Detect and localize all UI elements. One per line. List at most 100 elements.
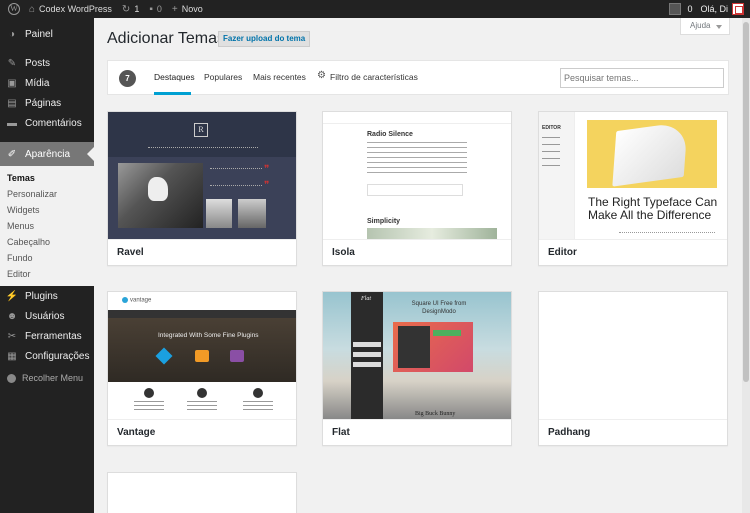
- sidebar-item-configuracoes[interactable]: ▦ Configurações: [0, 346, 94, 366]
- collapse-label: Recolher Menu: [22, 373, 84, 383]
- theme-name: Vantage: [117, 427, 156, 438]
- help-label: Ajuda: [690, 21, 711, 30]
- submenu-item-cabecalho[interactable]: Cabeçalho: [0, 234, 94, 250]
- site-name-link[interactable]: ⌂ Codex WordPress: [24, 0, 117, 18]
- scrollbar[interactable]: [742, 18, 750, 513]
- comments-link[interactable]: ▪ 0: [144, 0, 167, 18]
- side-lines: [542, 137, 560, 167]
- theme-filter-bar: 7 Destaques Populares Mais recentes ⚙ Fi…: [107, 60, 729, 95]
- preview-image: [367, 228, 497, 239]
- collapse-menu-button[interactable]: Recolher Menu: [0, 368, 94, 388]
- page-icon: ▤: [7, 97, 17, 109]
- theme-name-bar: [323, 419, 511, 445]
- sidebar-item-ferramentas[interactable]: ✂ Ferramentas: [0, 326, 94, 346]
- upload-theme-button[interactable]: Fazer upload do tema: [218, 31, 311, 47]
- gear-icon[interactable]: ⚙: [317, 70, 326, 81]
- sidebar-item-label: Aparência: [25, 148, 71, 160]
- home-icon: ⌂: [29, 3, 36, 15]
- sidebar-item-label: Configurações: [25, 350, 90, 362]
- quote-icon: ❞: [264, 164, 270, 175]
- sidebar-item-aparencia[interactable]: ✐ Aparência: [0, 142, 94, 166]
- text-lines: [210, 168, 262, 186]
- wordpress-logo-icon[interactable]: W: [4, 2, 24, 16]
- sidebar-item-plugins[interactable]: ⚡ Plugins: [0, 286, 94, 306]
- sidebar-item-label: Painel: [25, 28, 53, 40]
- preview-label: EDITOR: [542, 125, 561, 131]
- submenu-item-personalizar[interactable]: Personalizar: [0, 186, 94, 202]
- theme-card-padhang[interactable]: Padhang: [538, 291, 728, 446]
- sidebar-item-usuarios[interactable]: ☻ Usuários: [0, 306, 94, 326]
- submenu-item-widgets[interactable]: Widgets: [0, 202, 94, 218]
- scrollbar-thumb[interactable]: [743, 22, 749, 382]
- theme-name: Editor: [548, 247, 577, 258]
- notification-icon[interactable]: [669, 3, 682, 15]
- preview-headline: The Right Typeface Can Make All the Diff…: [588, 195, 718, 222]
- preview-title: Simplicity: [367, 218, 401, 225]
- feature-filter-link[interactable]: Filtro de características: [330, 72, 418, 82]
- theme-card-flat[interactable]: Flat Square UI Free from DesignModo Big …: [322, 291, 512, 446]
- theme-screenshot: EDITOR The Right Typeface Can Make All t…: [539, 112, 727, 239]
- theme-card-vantage[interactable]: vantage Integrated With Some Fine Plugin…: [107, 291, 297, 446]
- preview-title: Flat: [361, 296, 371, 302]
- theme-card[interactable]: [107, 472, 297, 513]
- new-content-link[interactable]: + Novo: [167, 0, 208, 18]
- sidebar-item-comentarios[interactable]: ▬ Comentários: [0, 113, 94, 133]
- preview-footer: Big Buck Bunny: [415, 411, 456, 417]
- theme-name: Flat: [332, 427, 350, 438]
- ui-kit-panel: [398, 326, 430, 368]
- tab-populares[interactable]: Populares: [204, 72, 242, 82]
- feature-circle-icon: [144, 388, 154, 398]
- sidebar-panel: [539, 112, 575, 239]
- page-title: Adicionar Temas: [107, 30, 225, 47]
- header-bar: [323, 112, 511, 124]
- theme-screenshot: Radio Silence Simplicity: [323, 112, 511, 239]
- sidebar-line: [353, 362, 381, 367]
- updates-link[interactable]: ↻ 1: [117, 0, 144, 18]
- submenu-item-temas[interactable]: Temas: [0, 170, 94, 186]
- plugin-icon: [195, 350, 209, 362]
- tab-mais-recentes[interactable]: Mais recentes: [253, 72, 306, 82]
- dashboard-icon: ◑: [8, 28, 16, 40]
- sidebar-item-label: Usuários: [25, 310, 65, 322]
- submenu-item-menus[interactable]: Menus: [0, 218, 94, 234]
- feature-circle-icon: [253, 388, 263, 398]
- theme-card-ravel[interactable]: R ❞ ❞ Ravel: [107, 111, 297, 266]
- feature-text: [187, 401, 217, 411]
- sidebar-item-painel[interactable]: ◑ Painel: [0, 24, 94, 44]
- preview-title: Radio Silence: [367, 131, 413, 138]
- user-greeting[interactable]: Olá, Di: [700, 4, 728, 14]
- sidebar-item-label: Ferramentas: [25, 330, 82, 342]
- theme-screenshot: vantage Integrated With Some Fine Plugin…: [108, 292, 296, 419]
- main-content: Ajuda Adicionar Temas Fazer upload do te…: [94, 18, 750, 513]
- sidebar-item-label: Mídia: [25, 77, 50, 89]
- comment-icon: ▬: [7, 117, 17, 129]
- theme-name: Isola: [332, 247, 355, 258]
- nav-placeholder: [148, 147, 258, 149]
- settings-icon: ▦: [7, 350, 17, 362]
- quote-icon: ❞: [264, 180, 270, 191]
- nav-bar: [108, 310, 296, 318]
- photo-image: [118, 163, 203, 228]
- feature-text: [243, 401, 273, 411]
- submenu-item-fundo[interactable]: Fundo: [0, 250, 94, 266]
- brush-icon: ✐: [7, 148, 17, 160]
- text-lines: [367, 142, 467, 176]
- help-button[interactable]: Ajuda: [680, 18, 730, 35]
- users-icon: ☻: [6, 310, 18, 322]
- refresh-icon: ↻: [121, 3, 131, 15]
- sidebar-item-paginas[interactable]: ▤ Páginas: [0, 93, 94, 113]
- meta-box: [367, 184, 463, 196]
- sidebar-item-midia[interactable]: ▣ Mídia: [0, 73, 94, 93]
- avatar[interactable]: [732, 3, 744, 15]
- notification-count: 0: [687, 4, 693, 14]
- submenu-item-editor[interactable]: Editor: [0, 266, 94, 282]
- search-themes-input[interactable]: [560, 68, 724, 88]
- theme-card-editor[interactable]: EDITOR The Right Typeface Can Make All t…: [538, 111, 728, 266]
- collapse-icon: [7, 373, 16, 383]
- thumbnail-image: [206, 199, 232, 228]
- pin-icon: ✎: [7, 57, 17, 69]
- sidebar-item-posts[interactable]: ✎ Posts: [0, 53, 94, 73]
- tab-destaques[interactable]: Destaques: [154, 72, 195, 82]
- theme-card-isola[interactable]: Radio Silence Simplicity Isola: [322, 111, 512, 266]
- plus-icon: +: [171, 3, 178, 15]
